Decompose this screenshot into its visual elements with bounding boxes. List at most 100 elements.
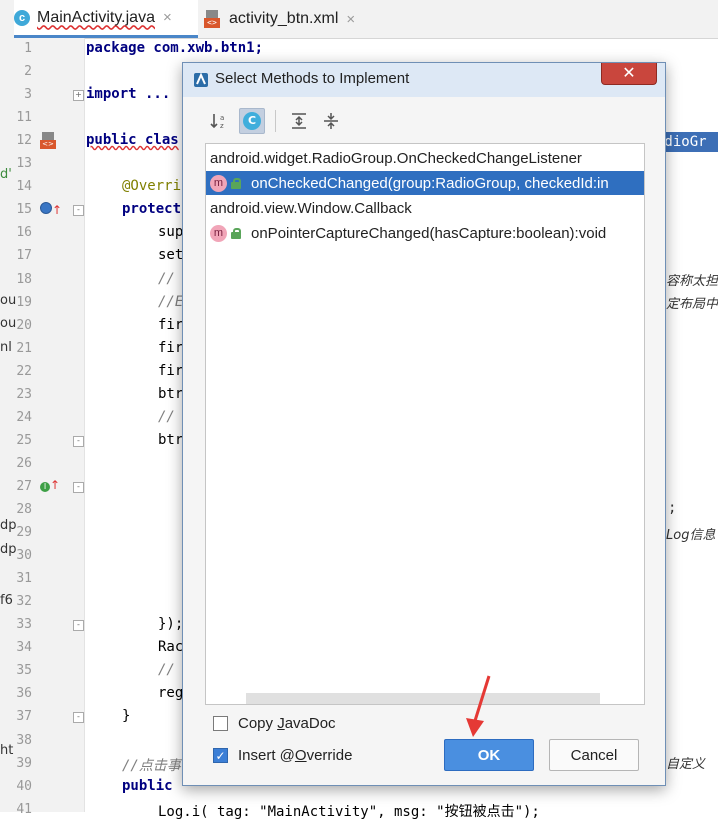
- code-line: @Overri: [122, 178, 182, 194]
- android-studio-icon: [193, 72, 209, 88]
- public-access-icon: [231, 177, 241, 189]
- tab-label: MainActivity.java: [37, 8, 155, 26]
- svg-text:a: a: [220, 114, 224, 122]
- horizontal-scrollbar[interactable]: [246, 693, 600, 704]
- editor-tab-bar: c MainActivity.java × <> activity_btn.xm…: [0, 0, 718, 39]
- fold-toggle[interactable]: -: [73, 205, 84, 216]
- code-fragment: ;: [668, 500, 677, 516]
- java-class-icon: c: [14, 9, 30, 26]
- implement-marker-icon[interactable]: I ↑: [40, 478, 60, 492]
- copy-javadoc-checkbox[interactable]: [213, 716, 228, 731]
- code-line: });: [158, 616, 184, 632]
- tab-activity-btn-xml[interactable]: <> activity_btn.xml ×: [204, 0, 355, 38]
- method-icon: m: [210, 224, 227, 242]
- select-methods-dialog: Select Methods to Implement ✕ az C andro…: [182, 62, 666, 786]
- line-number: 35: [16, 663, 32, 678]
- line-number: 31: [16, 571, 32, 586]
- code-line: Rac: [158, 639, 184, 655]
- code-line: //: [158, 662, 175, 678]
- insert-override-checkbox[interactable]: ✓: [213, 748, 228, 763]
- line-number: 11: [16, 110, 32, 125]
- fold-toggle[interactable]: -: [73, 482, 84, 493]
- code-line: //点击事: [122, 758, 181, 774]
- code-line: package com.xwb.btn1;: [86, 40, 264, 56]
- insert-override-option[interactable]: ✓ Insert @Override: [213, 747, 352, 764]
- close-icon[interactable]: ×: [346, 11, 355, 28]
- line-number: 2: [24, 64, 32, 79]
- line-number: 23: [16, 387, 32, 402]
- list-group-header[interactable]: android.view.Window.Callback: [206, 196, 644, 220]
- code-line: fir: [158, 317, 184, 333]
- code-line: protect: [122, 201, 182, 217]
- code-line: }: [122, 708, 131, 724]
- line-number: 27: [16, 479, 32, 494]
- close-icon[interactable]: ×: [163, 9, 172, 26]
- expand-all-icon[interactable]: [286, 108, 312, 134]
- left-edge-fragment: dp: [0, 542, 17, 557]
- code-line: fir: [158, 363, 184, 379]
- line-number: 17: [16, 248, 32, 263]
- line-number: 39: [16, 756, 32, 771]
- left-edge-fragment: ht: [0, 743, 14, 758]
- sort-alphabetically-icon[interactable]: az: [207, 108, 233, 134]
- line-number: 12: [16, 133, 32, 148]
- code-line: public: [122, 778, 173, 794]
- line-number: 3: [24, 87, 32, 102]
- copy-javadoc-option[interactable]: Copy JavaDoc: [213, 715, 336, 732]
- left-edge-fragment: nl: [0, 340, 12, 355]
- code-line: sup: [158, 224, 184, 240]
- code-line: fir: [158, 340, 184, 356]
- list-item[interactable]: m onCheckedChanged(group:RadioGroup, che…: [206, 171, 644, 195]
- left-edge-fragment: ou: [0, 293, 17, 308]
- left-edge-fragment: f6: [0, 593, 13, 608]
- tab-label: activity_btn.xml: [229, 10, 339, 27]
- dialog-close-button[interactable]: ✕: [601, 63, 657, 85]
- fold-toggle[interactable]: +: [73, 90, 84, 101]
- line-number: 26: [16, 456, 32, 471]
- ok-button[interactable]: OK: [444, 739, 534, 771]
- dialog-toolbar: az C: [207, 107, 344, 135]
- cancel-button[interactable]: Cancel: [549, 739, 639, 771]
- code-line: reg: [158, 685, 184, 701]
- copy-javadoc-label: Copy JavaDoc: [238, 715, 336, 732]
- toolbar-separator: [275, 110, 276, 132]
- show-classes-toggle[interactable]: C: [239, 108, 265, 134]
- group-label: android.widget.RadioGroup.OnCheckedChang…: [210, 149, 582, 167]
- list-group-header[interactable]: android.widget.RadioGroup.OnCheckedChang…: [206, 146, 644, 170]
- methods-list[interactable]: android.widget.RadioGroup.OnCheckedChang…: [205, 143, 645, 705]
- override-marker-icon[interactable]: ↑: [40, 202, 62, 217]
- line-number: 40: [16, 779, 32, 794]
- method-icon: m: [210, 174, 227, 192]
- insert-override-label: Insert @Override: [238, 747, 353, 764]
- line-number: 18: [16, 272, 32, 287]
- code-line: Log.i( tag: "MainActivity", msg: "按钮被点击"…: [158, 804, 540, 820]
- left-edge-fragment: ou: [0, 316, 17, 331]
- code-line: btr: [158, 386, 184, 402]
- code-line: btr: [158, 432, 184, 448]
- collapse-all-icon[interactable]: [318, 108, 344, 134]
- tab-mainactivity[interactable]: c MainActivity.java ×: [14, 0, 198, 38]
- line-number: 25: [16, 433, 32, 448]
- list-item[interactable]: m onPointerCaptureChanged(hasCapture:boo…: [206, 221, 644, 245]
- code-line: import ...: [86, 86, 171, 102]
- fold-toggle[interactable]: -: [73, 620, 84, 631]
- xml-layout-icon[interactable]: <>: [40, 132, 56, 151]
- line-number: 16: [16, 225, 32, 240]
- group-label: android.view.Window.Callback: [210, 199, 412, 217]
- public-access-icon: [231, 227, 241, 239]
- line-number: 33: [16, 617, 32, 632]
- left-edge-fragment: d': [0, 167, 12, 182]
- fold-toggle[interactable]: -: [73, 436, 84, 447]
- fold-toggle[interactable]: -: [73, 712, 84, 723]
- xml-file-icon: <>: [204, 10, 222, 28]
- dialog-title-bar[interactable]: Select Methods to Implement ✕: [183, 63, 665, 97]
- comment-fragment: 定布局中: [666, 297, 718, 312]
- line-number: 41: [16, 802, 32, 817]
- code-line: //: [158, 409, 175, 425]
- line-number: 36: [16, 686, 32, 701]
- line-number: 22: [16, 364, 32, 379]
- code-line: set: [158, 247, 184, 263]
- line-number: 28: [16, 502, 32, 517]
- line-number: 37: [16, 709, 32, 724]
- dialog-title: Select Methods to Implement: [215, 70, 410, 87]
